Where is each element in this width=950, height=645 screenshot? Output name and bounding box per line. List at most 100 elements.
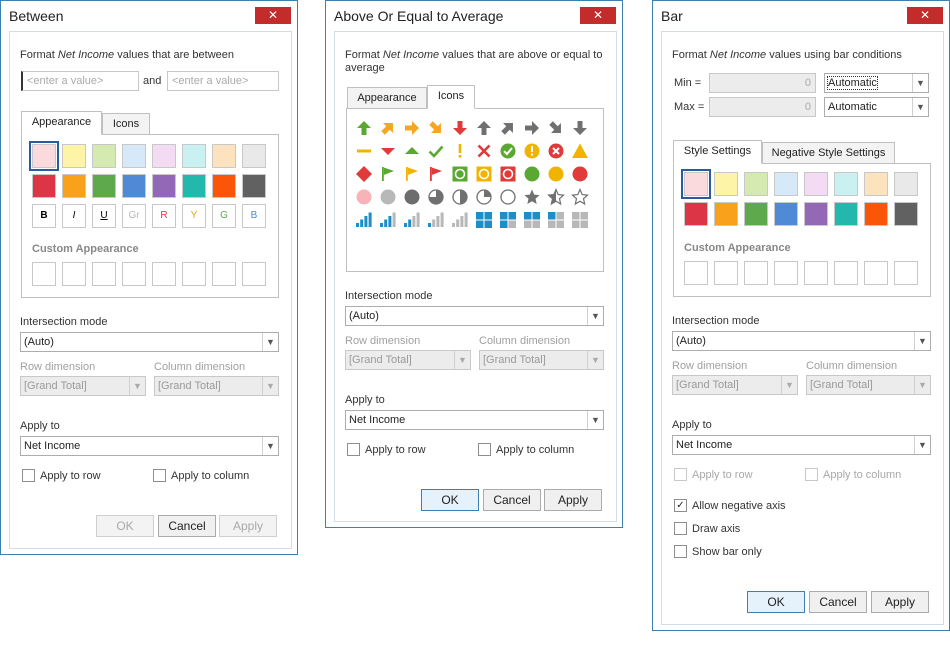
color-swatch[interactable] xyxy=(152,144,176,168)
color-swatch[interactable] xyxy=(212,174,236,198)
font-format-cell[interactable]: I xyxy=(62,204,86,228)
flag-yellow-icon[interactable] xyxy=(403,165,423,183)
exclamation-yellow-icon[interactable] xyxy=(451,142,471,160)
apply-to-select[interactable]: Net Income ▼ xyxy=(20,436,279,456)
color-swatch[interactable] xyxy=(152,174,176,198)
custom-appearance-slot[interactable] xyxy=(122,262,146,286)
tab-icons[interactable]: Icons xyxy=(102,113,150,135)
row-dimension-select[interactable]: [Grand Total] ▼ xyxy=(20,376,146,396)
boxes-4-icon[interactable] xyxy=(475,211,495,229)
pie-three-quarter-icon[interactable] xyxy=(427,188,447,206)
column-dimension-select[interactable]: [Grand Total] ▼ xyxy=(479,350,604,370)
color-swatch[interactable] xyxy=(864,172,888,196)
square-circle-green-icon[interactable] xyxy=(451,165,471,183)
color-swatch[interactable] xyxy=(242,144,266,168)
column-dimension-select[interactable]: [Grand Total] ▼ xyxy=(154,376,279,396)
tab-appearance[interactable]: Appearance xyxy=(347,87,427,109)
arrow-right-orange-icon[interactable] xyxy=(403,119,423,137)
flag-red-icon[interactable] xyxy=(427,165,447,183)
apply-to-column-checkbox[interactable]: Apply to column xyxy=(478,443,574,456)
circle-green-icon[interactable] xyxy=(523,165,543,183)
circle-dark-icon[interactable] xyxy=(403,188,423,206)
color-swatch[interactable] xyxy=(834,172,858,196)
signal-0-icon[interactable] xyxy=(451,211,471,229)
arrow-down-gray-icon[interactable] xyxy=(571,119,591,137)
color-swatch[interactable] xyxy=(32,174,56,198)
arrow-up-right-orange-icon[interactable] xyxy=(379,119,399,137)
allow-negative-axis-checkbox[interactable]: ✓ Allow negative axis xyxy=(674,499,786,512)
color-swatch[interactable] xyxy=(864,202,888,226)
custom-appearance-slot[interactable] xyxy=(744,261,768,285)
square-circle-red-icon[interactable] xyxy=(499,165,519,183)
ok-button[interactable]: OK xyxy=(96,515,154,537)
color-swatch[interactable] xyxy=(894,172,918,196)
max-mode-select[interactable]: Automatic ▼ xyxy=(824,97,929,117)
tab-appearance[interactable]: Appearance xyxy=(21,111,102,135)
color-swatch[interactable] xyxy=(92,174,116,198)
apply-to-row-checkbox[interactable]: Apply to row xyxy=(347,443,426,456)
color-swatch[interactable] xyxy=(29,141,59,171)
max-value-input[interactable]: <enter a value> xyxy=(167,71,279,91)
circle-pink-icon[interactable] xyxy=(355,188,375,206)
cross-circle-red-icon[interactable] xyxy=(547,142,567,160)
ok-button[interactable]: OK xyxy=(421,489,479,511)
title-bar[interactable]: Bar ✕ xyxy=(653,1,949,31)
custom-appearance-slot[interactable] xyxy=(804,261,828,285)
warning-triangle-yellow-icon[interactable] xyxy=(571,142,591,160)
color-swatch[interactable] xyxy=(182,144,206,168)
exclamation-circle-yellow-icon[interactable] xyxy=(523,142,543,160)
color-swatch[interactable] xyxy=(744,172,768,196)
triangle-down-red-icon[interactable] xyxy=(379,142,399,160)
boxes-2-icon[interactable] xyxy=(523,211,543,229)
custom-appearance-slot[interactable] xyxy=(834,261,858,285)
star-full-icon[interactable] xyxy=(523,188,543,206)
arrow-up-green-icon[interactable] xyxy=(355,119,375,137)
custom-appearance-slot[interactable] xyxy=(62,262,86,286)
custom-appearance-slot[interactable] xyxy=(92,262,116,286)
apply-to-column-checkbox[interactable]: Apply to column xyxy=(805,468,901,481)
triangle-up-green-icon[interactable] xyxy=(403,142,423,160)
circle-empty-icon[interactable] xyxy=(499,188,519,206)
arrow-right-gray-icon[interactable] xyxy=(523,119,543,137)
column-dimension-select[interactable]: [Grand Total] ▼ xyxy=(806,375,931,395)
boxes-3-icon[interactable] xyxy=(499,211,519,229)
star-half-icon[interactable] xyxy=(547,188,567,206)
max-value-input[interactable]: 0 xyxy=(709,97,816,117)
show-bar-only-checkbox[interactable]: Show bar only xyxy=(674,545,762,558)
color-swatch[interactable] xyxy=(242,174,266,198)
diamond-red-icon[interactable] xyxy=(355,165,375,183)
custom-appearance-slot[interactable] xyxy=(684,261,708,285)
apply-to-column-checkbox[interactable]: Apply to column xyxy=(153,469,249,482)
cancel-button[interactable]: Cancel xyxy=(483,489,541,511)
pie-quarter-icon[interactable] xyxy=(475,188,495,206)
check-circle-green-icon[interactable] xyxy=(499,142,519,160)
custom-appearance-slot[interactable] xyxy=(152,262,176,286)
custom-appearance-slot[interactable] xyxy=(894,261,918,285)
apply-to-select[interactable]: Net Income ▼ xyxy=(345,410,604,430)
signal-1-icon[interactable] xyxy=(427,211,447,229)
font-format-cell[interactable]: Gr xyxy=(122,204,146,228)
cross-red-icon[interactable] xyxy=(475,142,495,160)
arrow-up-gray-icon[interactable] xyxy=(475,119,495,137)
apply-button[interactable]: Apply xyxy=(219,515,277,537)
flag-green-icon[interactable] xyxy=(379,165,399,183)
color-swatch[interactable] xyxy=(122,144,146,168)
min-value-input[interactable]: <enter a value> xyxy=(21,71,139,91)
apply-button[interactable]: Apply xyxy=(871,591,929,613)
close-button[interactable]: ✕ xyxy=(580,7,616,24)
custom-appearance-slot[interactable] xyxy=(212,262,236,286)
color-swatch[interactable] xyxy=(714,172,738,196)
custom-appearance-slot[interactable] xyxy=(242,262,266,286)
color-swatch[interactable] xyxy=(92,144,116,168)
intersection-mode-select[interactable]: (Auto) ▼ xyxy=(672,331,931,351)
boxes-0-icon[interactable] xyxy=(571,211,591,229)
color-swatch[interactable] xyxy=(774,202,798,226)
custom-appearance-slot[interactable] xyxy=(182,262,206,286)
arrow-down-red-icon[interactable] xyxy=(451,119,471,137)
signal-3-icon[interactable] xyxy=(379,211,399,229)
apply-to-row-checkbox[interactable]: Apply to row xyxy=(674,468,753,481)
font-format-cell[interactable]: G xyxy=(212,204,236,228)
title-bar[interactable]: Between ✕ xyxy=(1,1,297,31)
star-empty-icon[interactable] xyxy=(571,188,591,206)
custom-appearance-slot[interactable] xyxy=(774,261,798,285)
